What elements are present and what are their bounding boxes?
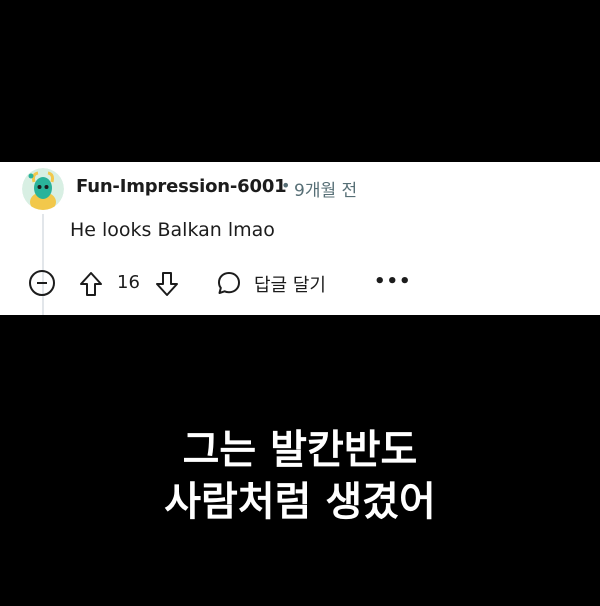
downvote-arrow-icon[interactable] [154, 270, 180, 298]
comment-body: He looks Balkan lmao [70, 219, 275, 241]
comment-username[interactable]: Fun-Impression-6001 [76, 176, 287, 197]
subtitle-line-1: 그는 발칸반도 [182, 427, 418, 473]
comment-timestamp: 9개월 전 [294, 181, 358, 201]
upvote-arrow-icon[interactable] [78, 270, 104, 298]
video-subtitle: 그는 발칸반도 사람처럼 생겼어 [0, 424, 600, 528]
reply-label: 답글 달기 [254, 275, 326, 296]
vote-count: 16 [117, 272, 140, 293]
subtitle-line-2: 사람처럼 생겼어 [164, 479, 436, 525]
meta-separator: • [281, 176, 291, 195]
reply-button[interactable]: 답글 달기 [216, 268, 336, 298]
comment-action-bar: 16 답글 달기 ••• [0, 266, 600, 302]
user-avatar[interactable] [22, 168, 64, 210]
more-options-icon[interactable]: ••• [374, 272, 411, 292]
comment-bubble-icon [218, 272, 240, 294]
snoo-avatar-icon [22, 168, 64, 210]
collapse-minus-circle-icon[interactable] [29, 270, 55, 296]
comment-card: Fun-Impression-6001 • 9개월 전 He looks Bal… [0, 162, 600, 315]
